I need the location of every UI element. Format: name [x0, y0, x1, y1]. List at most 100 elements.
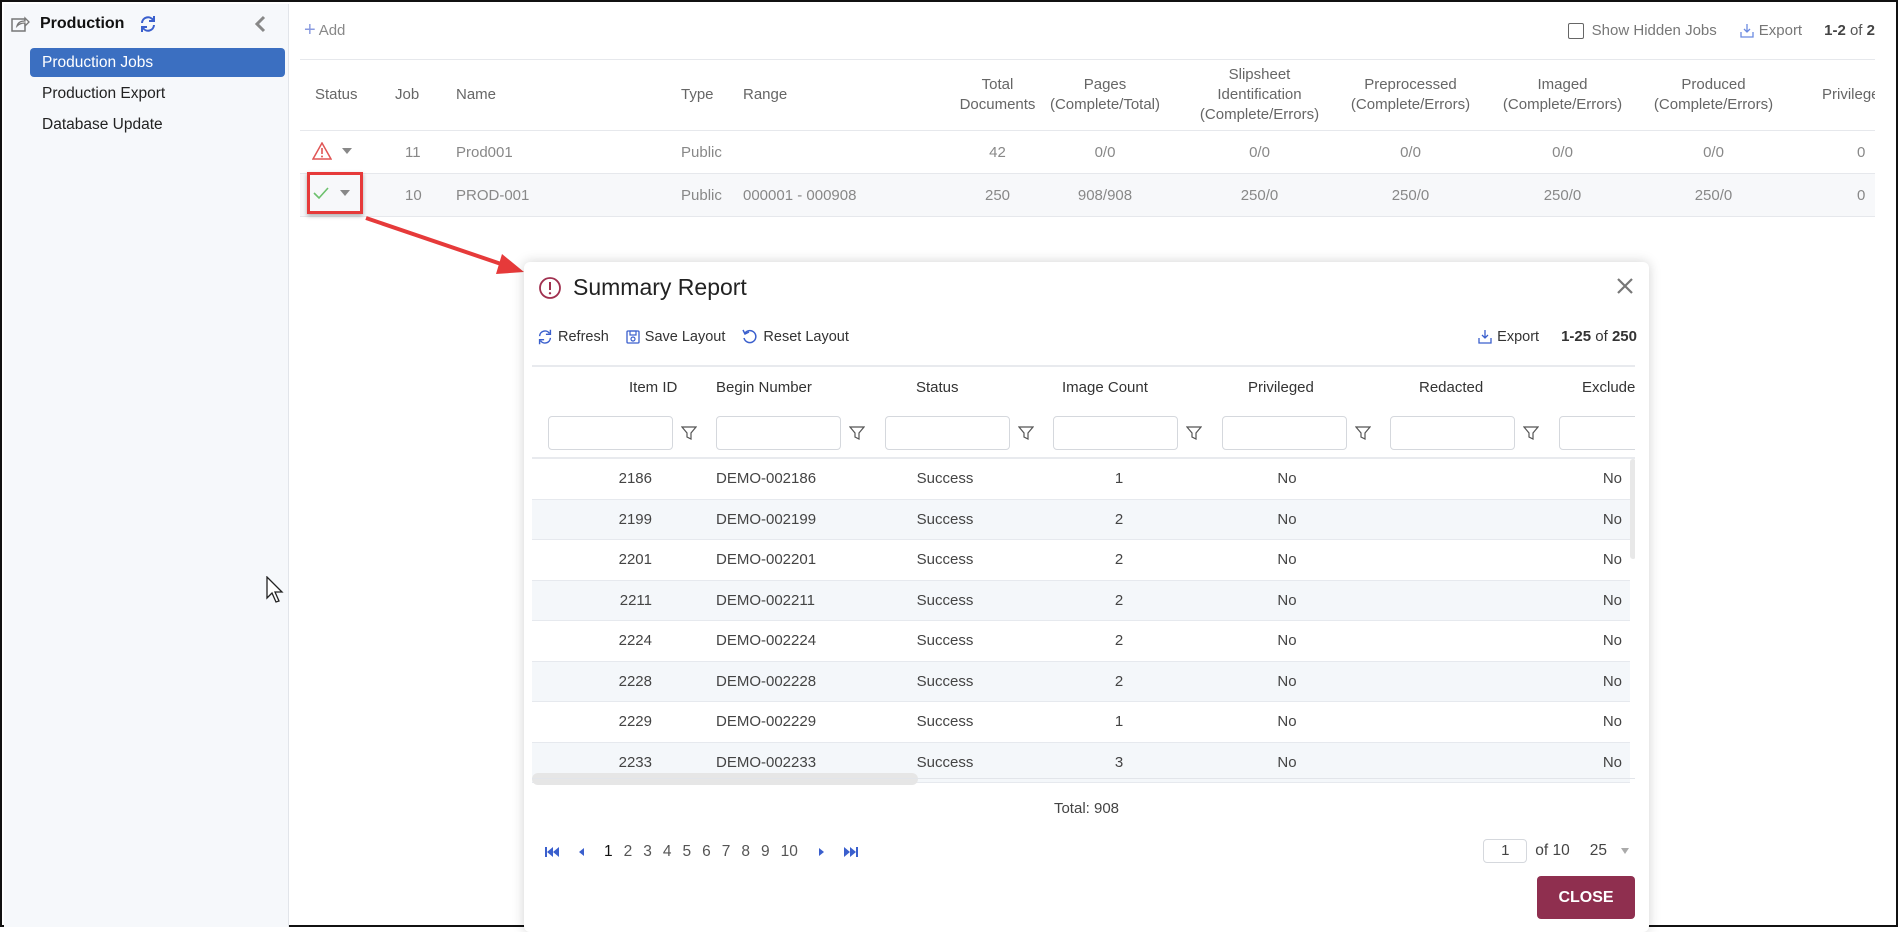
filter-icon[interactable] — [1355, 425, 1371, 441]
cell-item-id: 2201 — [618, 551, 652, 568]
col-slipsheet-line2: Identification — [1217, 86, 1302, 103]
show-hidden-jobs-label[interactable]: Show Hidden Jobs — [1592, 22, 1717, 39]
prev-page-button[interactable] — [578, 847, 586, 857]
horizontal-scrollbar[interactable] — [532, 773, 918, 785]
col-preprocessed-line1: Preprocessed — [1364, 76, 1457, 93]
page-number-input[interactable]: 1 — [1483, 839, 1528, 863]
cell-status: Success — [916, 510, 974, 528]
table-row[interactable]: 2199 DEMO-002199 Success 2 No No — [532, 499, 1630, 540]
table-row[interactable]: 2224 DEMO-002224 Success 2 No No — [532, 621, 1630, 662]
collapse-sidebar-icon[interactable] — [252, 14, 270, 34]
add-label: Add — [318, 22, 346, 39]
col-preprocessed[interactable]: Preprocessed (Complete/Errors) — [1343, 60, 1478, 130]
filter-icon[interactable] — [849, 425, 865, 441]
cell-status: Success — [916, 672, 974, 690]
col-item-id[interactable]: Item ID — [629, 379, 677, 396]
cell-begin-number: DEMO-002229 — [716, 713, 817, 730]
page-size-select[interactable]: 25 — [1590, 842, 1629, 860]
cell-image-count: 3 — [1114, 753, 1124, 771]
col-produced-line1: Produced — [1681, 76, 1746, 93]
table-row[interactable]: 2186 DEMO-002186 Success 1 No No — [532, 459, 1630, 500]
col-slipsheet[interactable]: Slipsheet Identification (Complete/Errors) — [1192, 60, 1327, 130]
last-page-button[interactable] — [843, 846, 859, 858]
status-dropdown-caret[interactable] — [342, 148, 352, 154]
refresh-icon — [538, 329, 552, 345]
cell-type: Public — [681, 187, 722, 204]
col-excluded[interactable]: Excluded — [1582, 379, 1635, 396]
col-range[interactable]: Range — [743, 60, 787, 130]
cell-item-id: 2186 — [618, 470, 652, 487]
save-layout-button[interactable]: Save Layout — [625, 329, 725, 345]
col-job[interactable]: Job — [395, 60, 419, 130]
warning-icon — [312, 142, 332, 160]
refresh-icon[interactable] — [138, 14, 158, 34]
table-row[interactable]: 2229 DEMO-002229 Success 1 No No — [532, 702, 1630, 743]
cell-privileged: 0 — [1857, 187, 1866, 204]
filter-privileged-input[interactable] — [1222, 416, 1347, 450]
cell-privileged: No — [1277, 672, 1297, 690]
col-privileged[interactable]: Privileged — [1248, 379, 1314, 396]
table-row[interactable]: 11 Prod001 Public 42 0/0 0/0 0/0 0/0 0/0… — [300, 131, 1875, 174]
first-page-button[interactable] — [544, 846, 560, 858]
reset-layout-button[interactable]: Reset Layout — [741, 328, 849, 346]
cell-excluded: No — [1602, 551, 1622, 568]
col-redacted[interactable]: Redacted — [1419, 379, 1483, 396]
table-row[interactable]: 2228 DEMO-002228 Success 2 No No — [532, 661, 1630, 702]
page-link[interactable]: 5 — [683, 843, 692, 861]
page-link[interactable]: 2 — [624, 843, 633, 861]
show-hidden-jobs-checkbox[interactable] — [1567, 22, 1584, 39]
page-link[interactable]: 10 — [781, 843, 798, 861]
filter-begin-number-input[interactable] — [716, 416, 841, 450]
page-link[interactable]: 4 — [663, 843, 672, 861]
col-type[interactable]: Type — [681, 60, 714, 130]
close-button[interactable]: CLOSE — [1537, 876, 1635, 919]
cell-item-id: 2229 — [618, 713, 652, 730]
page-link[interactable]: 9 — [761, 843, 770, 861]
status-cell[interactable] — [312, 142, 352, 160]
col-name[interactable]: Name — [456, 60, 496, 130]
col-total-documents[interactable]: Total Documents — [955, 60, 1040, 130]
page-link[interactable]: 3 — [643, 843, 652, 861]
mouse-cursor-icon — [266, 576, 284, 603]
refresh-button[interactable]: Refresh — [536, 328, 609, 346]
col-privileged[interactable]: Privileged — [1822, 60, 1875, 130]
page-link[interactable]: 8 — [741, 843, 750, 861]
sidebar-item-database-update[interactable]: Database Update — [30, 110, 285, 139]
production-share-icon — [11, 16, 30, 32]
col-image-count[interactable]: Image Count — [1062, 379, 1148, 396]
page-link[interactable]: 1 — [604, 843, 613, 861]
sidebar-header: Production — [10, 12, 158, 36]
sidebar-item-production-export[interactable]: Production Export — [30, 79, 285, 108]
filter-image-count-input[interactable] — [1053, 416, 1178, 450]
col-status[interactable]: Status — [315, 60, 358, 130]
table-row[interactable]: 2201 DEMO-002201 Success 2 No No — [532, 540, 1630, 581]
col-pages[interactable]: Pages (Complete/Total) — [1040, 60, 1170, 130]
cell-preprocessed: 0/0 — [1400, 144, 1421, 161]
table-row[interactable]: 2211 DEMO-002211 Success 2 No No — [532, 580, 1630, 621]
filter-icon[interactable] — [681, 425, 697, 441]
page-link[interactable]: 6 — [702, 843, 711, 861]
add-button[interactable]: + Add — [304, 20, 346, 40]
next-page-button[interactable] — [817, 847, 825, 857]
col-produced[interactable]: Produced (Complete/Errors) — [1646, 60, 1781, 130]
table-row[interactable]: 10 PROD-001 Public 000001 - 000908 250 9… — [300, 174, 1875, 217]
vertical-scrollbar[interactable] — [1630, 459, 1635, 559]
col-status[interactable]: Status — [916, 379, 959, 396]
cell-excluded: No — [1602, 713, 1622, 730]
filter-status-input[interactable] — [885, 416, 1010, 450]
divider — [300, 216, 1875, 217]
filter-item-id-input[interactable] — [548, 416, 673, 450]
col-begin-number[interactable]: Begin Number — [716, 379, 812, 396]
filter-icon[interactable] — [1018, 425, 1034, 441]
col-imaged[interactable]: Imaged (Complete/Errors) — [1495, 60, 1630, 130]
close-icon[interactable] — [1615, 276, 1635, 296]
modal-export-button[interactable]: Export — [1477, 329, 1539, 345]
page-link[interactable]: 7 — [722, 843, 731, 861]
cell-slipsheet: 0/0 — [1249, 144, 1270, 161]
filter-icon[interactable] — [1523, 425, 1539, 441]
filter-redacted-input[interactable] — [1390, 416, 1515, 450]
export-button[interactable]: Export — [1739, 22, 1802, 39]
filter-excluded-input[interactable] — [1559, 416, 1635, 450]
sidebar-item-production-jobs[interactable]: Production Jobs — [30, 48, 285, 77]
filter-icon[interactable] — [1186, 425, 1202, 441]
